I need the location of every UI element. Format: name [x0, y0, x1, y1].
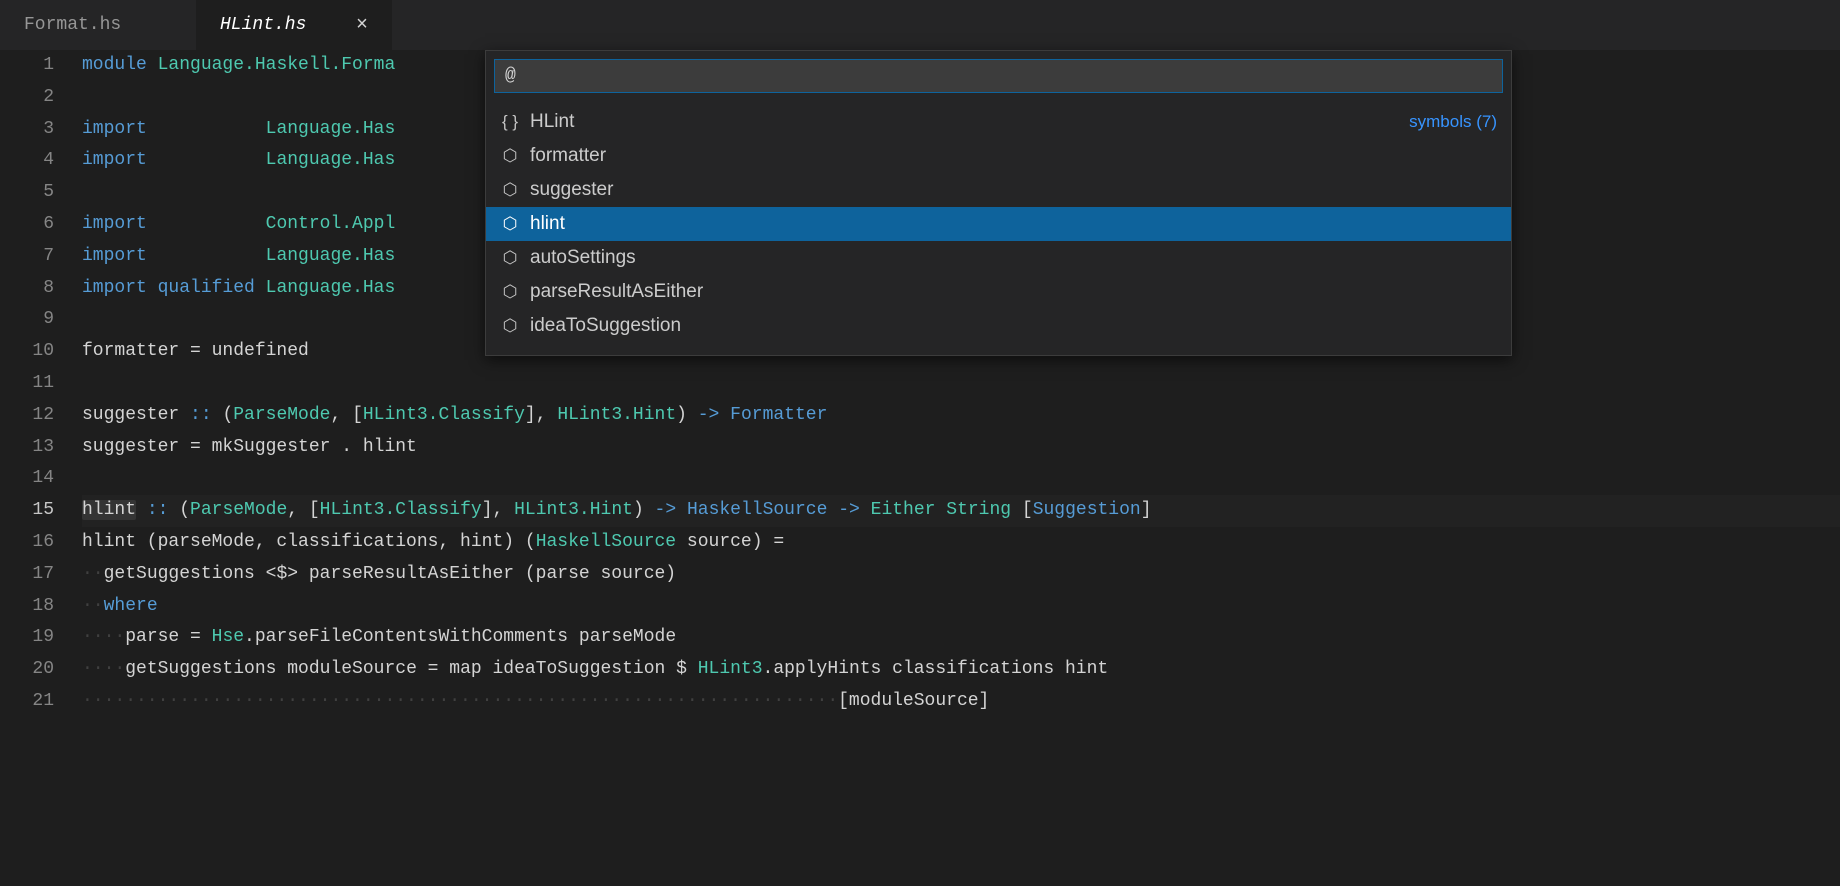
line-number: 4 — [0, 145, 54, 177]
quick-open-item-label: suggester — [530, 179, 613, 201]
quick-open-item[interactable]: ⬡ autoSettings — [486, 241, 1511, 275]
line-number: 11 — [0, 368, 54, 400]
line-number: 17 — [0, 559, 54, 591]
line-number: 19 — [0, 622, 54, 654]
line-number: 7 — [0, 241, 54, 273]
line-number: 6 — [0, 209, 54, 241]
cube-icon: ⬡ — [500, 214, 520, 234]
code-line[interactable]: ····parse = Hse.parseFileContentsWithCom… — [82, 622, 1840, 654]
code-line[interactable]: ··where — [82, 591, 1840, 623]
code-line[interactable]: hlint :: (ParseMode, [HLint3.Classify], … — [82, 495, 1840, 527]
cube-icon: ⬡ — [500, 146, 520, 166]
quick-open-item[interactable]: ⬡ ideaToSuggestion — [486, 309, 1511, 343]
line-number: 14 — [0, 463, 54, 495]
quick-open-input[interactable] — [494, 59, 1503, 93]
tab-hlint[interactable]: HLint.hs × — [196, 0, 392, 50]
line-number: 3 — [0, 114, 54, 146]
quick-open-item-label: ideaToSuggestion — [530, 315, 681, 337]
line-number: 10 — [0, 336, 54, 368]
code-line[interactable]: suggester = mkSuggester . hlint — [82, 432, 1840, 464]
tab-bar: Format.hs HLint.hs × — [0, 0, 1840, 50]
quick-open-item-label: autoSettings — [530, 247, 636, 269]
symbol-counter: symbols (7) — [1409, 112, 1497, 132]
quick-open-panel: { }HLintsymbols (7)⬡formatter⬡suggester⬡… — [485, 50, 1512, 356]
code-line[interactable] — [82, 368, 1840, 400]
line-number: 13 — [0, 432, 54, 464]
tab-label: HLint.hs — [220, 15, 306, 35]
line-number: 9 — [0, 304, 54, 336]
quick-open-item[interactable]: ⬡ parseResultAsEither — [486, 275, 1511, 309]
code-line[interactable]: hlint (parseMode, classifications, hint)… — [82, 527, 1840, 559]
quick-open-input-wrap — [486, 51, 1511, 101]
line-number: 18 — [0, 591, 54, 623]
code-line[interactable]: ··getSuggestions <$> parseResultAsEither… — [82, 559, 1840, 591]
quick-open-item[interactable]: ⬡ hlint — [486, 207, 1511, 241]
close-icon[interactable]: × — [356, 14, 368, 37]
line-number: 15 — [0, 495, 54, 527]
cube-icon: ⬡ — [500, 282, 520, 302]
line-number: 12 — [0, 400, 54, 432]
line-number: 16 — [0, 527, 54, 559]
quick-open-item-label: HLint — [530, 111, 574, 133]
quick-open-item-label: parseResultAsEither — [530, 281, 703, 303]
line-number: 2 — [0, 82, 54, 114]
braces-icon: { } — [500, 112, 520, 132]
cube-icon: ⬡ — [500, 248, 520, 268]
line-number: 1 — [0, 50, 54, 82]
tab-format[interactable]: Format.hs — [0, 0, 196, 50]
editor: 123456789101112131415161718192021 module… — [0, 50, 1840, 718]
quick-open-item-label: hlint — [530, 213, 565, 235]
line-number: 21 — [0, 686, 54, 718]
code-line[interactable]: suggester :: (ParseMode, [HLint3.Classif… — [82, 400, 1840, 432]
quick-open-item[interactable]: ⬡ formatter — [486, 139, 1511, 173]
quick-open-item[interactable]: { } HLint symbols (7) — [486, 105, 1511, 139]
cube-icon: ⬡ — [500, 316, 520, 336]
gutter: 123456789101112131415161718192021 — [0, 50, 82, 718]
quick-open-item[interactable]: ⬡ suggester — [486, 173, 1511, 207]
quick-open-list: { }HLintsymbols (7)⬡formatter⬡suggester⬡… — [486, 101, 1511, 347]
quick-open-item-label: formatter — [530, 145, 606, 167]
cube-icon: ⬡ — [500, 180, 520, 200]
line-number: 8 — [0, 273, 54, 305]
line-number: 5 — [0, 177, 54, 209]
line-number: 20 — [0, 654, 54, 686]
tab-label: Format.hs — [24, 15, 121, 35]
code-line[interactable]: ········································… — [82, 686, 1840, 718]
code-line[interactable] — [82, 463, 1840, 495]
code-line[interactable]: ····getSuggestions moduleSource = map id… — [82, 654, 1840, 686]
